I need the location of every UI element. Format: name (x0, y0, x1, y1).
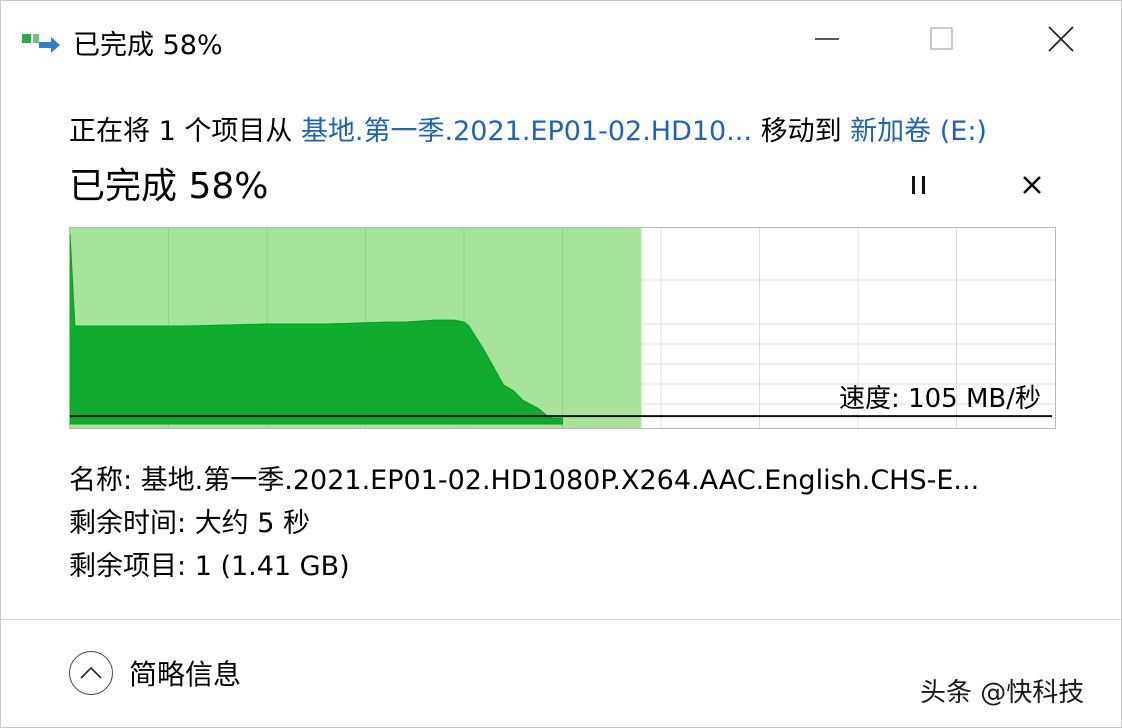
items-label: 剩余项目: (69, 551, 195, 582)
items-value: 1 (1.41 GB) (194, 551, 350, 582)
cancel-button[interactable] (1009, 164, 1055, 210)
time-label: 剩余时间: (69, 508, 195, 539)
time-remaining-row: 剩余时间: 大约 5 秒 (69, 501, 310, 540)
cancel-icon (1021, 174, 1043, 200)
copy-move-icon (21, 28, 61, 58)
name-value: 基地.第一季.2021.EP01-02.HD1080P.X264.AAC.Eng… (140, 465, 980, 496)
close-button[interactable] (1025, 1, 1097, 81)
name-label: 名称: (69, 465, 141, 496)
minimize-icon (814, 26, 840, 56)
items-remaining-row: 剩余项目: 1 (1.41 GB) (69, 544, 350, 583)
pause-button[interactable] (896, 164, 942, 210)
title-bar[interactable]: 已完成 58% (1, 1, 1121, 81)
source-folder-link[interactable]: 基地.第一季.2021.EP01-02.HD10... (301, 116, 752, 147)
footer-divider (1, 619, 1121, 620)
pause-icon (907, 173, 931, 201)
move-description: 正在将 1 个项目从 基地.第一季.2021.EP01-02.HD10... 移… (69, 109, 987, 148)
time-value: 大约 5 秒 (194, 508, 311, 539)
maximize-icon (929, 26, 955, 56)
progress-heading: 已完成 58% (69, 166, 269, 207)
move-middle: 移动到 (751, 116, 851, 147)
destination-drive-link[interactable]: 新加卷 (E:) (850, 116, 987, 147)
close-icon (1047, 25, 1075, 57)
copy-progress-dialog: 已完成 58% 正在将 1 个项目从 基地.第一季.2021.EP01-02.H… (0, 0, 1122, 728)
move-prefix: 正在将 1 个项目从 (69, 116, 301, 147)
window-title: 已完成 58% (73, 30, 223, 61)
chevron-up-icon (69, 651, 113, 695)
fewer-details-button[interactable]: 简略信息 (69, 651, 241, 695)
fewer-details-label: 简略信息 (129, 658, 242, 691)
maximize-button[interactable] (906, 1, 978, 81)
file-name-row: 名称: 基地.第一季.2021.EP01-02.HD1080P.X264.AAC… (69, 458, 979, 497)
watermark: 头条 @快科技 (920, 678, 1085, 708)
speed-label: 速度: 105 MB/秒 (839, 384, 1041, 414)
minimize-button[interactable] (791, 1, 863, 81)
transfer-speed-chart: 速度: 105 MB/秒 (69, 227, 1056, 429)
